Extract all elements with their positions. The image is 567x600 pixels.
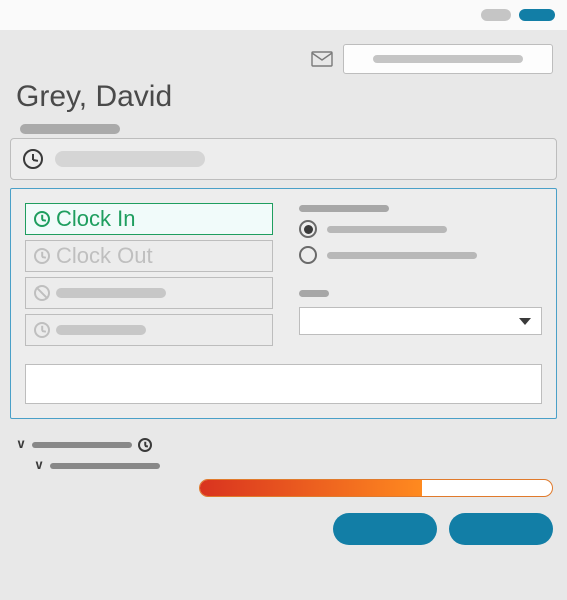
tab-label [55,151,205,167]
options-panel [299,203,542,346]
app-window: Grey, David Clock In Clock Out [0,0,567,600]
tree-parent[interactable]: v [16,437,551,452]
radio-icon [299,220,317,238]
tab-panel [10,138,557,180]
tree-parent-label [32,442,132,448]
progress-container [14,479,553,497]
chevron-down-icon [519,318,531,325]
action-label: Clock Out [56,243,153,269]
window-control-blue[interactable] [519,9,555,21]
progress-bar [199,479,553,497]
window-control-grey[interactable] [481,9,511,21]
clock-icon [23,149,43,169]
progress-fill [200,480,422,496]
clock-icon [34,211,50,227]
action-label [56,325,146,335]
clock-icon [34,322,50,338]
titlebar [0,0,567,30]
clock-icon [138,438,152,452]
expand-icon: v [16,437,26,452]
dropdown[interactable] [299,307,542,335]
radio-option-1[interactable] [299,220,542,238]
search-placeholder [373,55,523,63]
radio-icon [299,246,317,264]
action-label [56,288,166,298]
clock-out-button[interactable]: Clock Out [25,240,273,272]
footer-primary-button[interactable] [449,513,553,545]
main-panel: Clock In Clock Out [10,188,557,419]
search-input[interactable] [343,44,553,74]
actions-list: Clock In Clock Out [25,203,273,346]
tree-child-label [50,463,160,469]
time-entry-button[interactable] [25,314,273,346]
toolbar [0,30,567,80]
cancel-button[interactable] [25,277,273,309]
mail-icon[interactable] [311,51,333,67]
action-label: Clock In [56,206,135,232]
tree-child[interactable]: v [34,458,551,473]
clock-in-button[interactable]: Clock In [25,203,273,235]
tab-strip [10,124,557,180]
options-section-label [299,205,389,212]
ban-icon [34,285,50,301]
tree-section: v v [16,437,551,473]
radio-label [327,226,447,233]
radio-label [327,252,477,259]
expand-icon: v [34,458,44,473]
footer-secondary-button[interactable] [333,513,437,545]
radio-option-2[interactable] [299,246,542,264]
footer-buttons [0,497,567,555]
tab-handle[interactable] [20,124,120,134]
note-input[interactable] [25,364,542,404]
page-title: Grey, David [0,80,567,124]
clock-icon [34,248,50,264]
select-label [299,290,329,297]
